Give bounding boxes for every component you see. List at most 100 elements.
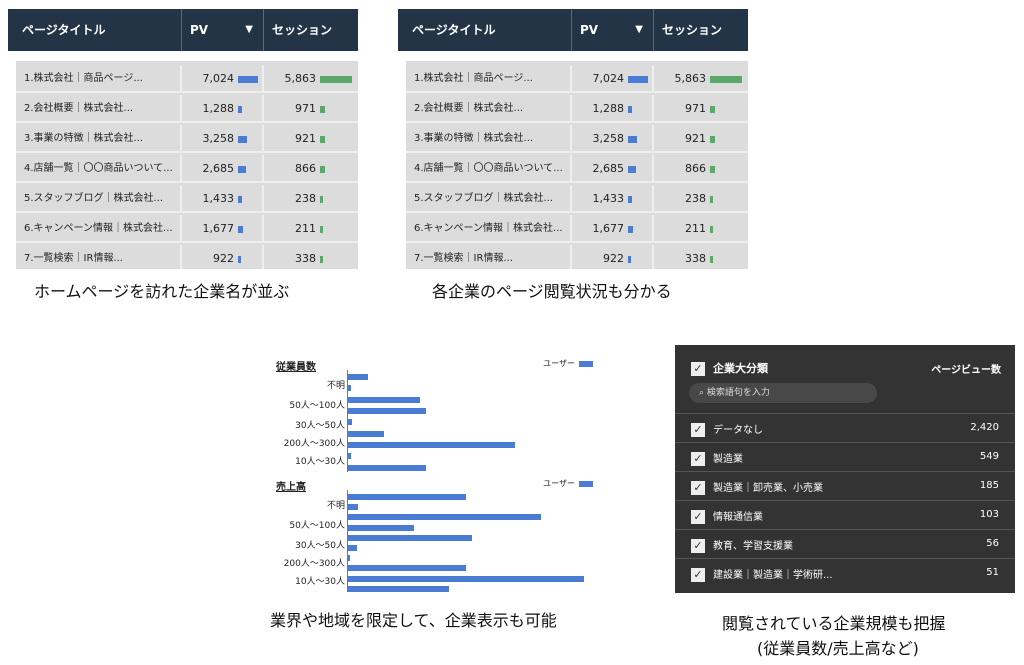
pv-bar xyxy=(628,105,632,113)
row-session: 971 xyxy=(654,95,748,123)
search-input[interactable]: ⌕ 検索語句を入力 xyxy=(689,383,877,403)
row-page-title[interactable]: 3.事業の特徴｜株式会社... xyxy=(406,125,572,153)
row-session: 211 xyxy=(654,215,748,243)
column-pv[interactable]: PV ▼ xyxy=(182,9,264,51)
bar xyxy=(348,545,357,551)
session-bar xyxy=(320,75,352,83)
pageview-header: ページビュー数 xyxy=(931,365,1001,376)
row-page-title[interactable]: 4.店舗一覧｜〇〇商品いついて... xyxy=(16,155,182,183)
table-row[interactable]: 5.スタッフブログ｜株式会社... 1,433 238 xyxy=(16,185,358,213)
bar xyxy=(348,494,466,500)
row-page-title[interactable]: 3.事業の特徴｜株式会社... xyxy=(16,125,182,153)
row-pv: 1,677 xyxy=(572,215,654,243)
table-row[interactable]: 1.株式会社｜商品ページ... 7,024 5,863 xyxy=(406,65,748,93)
session-value: 211 xyxy=(295,222,316,235)
row-page-title[interactable]: 7.一覧検索｜IR情報... xyxy=(406,245,572,269)
category-pageviews: 185 xyxy=(979,480,999,491)
table-row[interactable]: 6.キャンペーン情報｜株式会社... 1,677 211 xyxy=(16,215,358,243)
row-page-title[interactable]: 1.株式会社｜商品ページ... xyxy=(16,65,182,93)
row-session: 866 xyxy=(654,155,748,183)
column-pv[interactable]: PV ▼ xyxy=(572,9,654,51)
table-row[interactable]: 2.会社概要｜株式会社... 1,288 971 xyxy=(406,95,748,123)
row-session: 238 xyxy=(264,185,358,213)
session-bar xyxy=(710,165,715,173)
checkbox-checked-icon[interactable]: ✓ xyxy=(691,510,705,524)
session-bar xyxy=(710,135,715,143)
pv-bar xyxy=(628,195,632,203)
caption-right: 各企業のページ閲覧状況も分かる xyxy=(432,282,672,301)
bar xyxy=(348,585,449,592)
checkbox-checked-icon[interactable]: ✓ xyxy=(691,539,705,553)
chart-legend: ユーザー xyxy=(543,478,593,489)
table-header: ページタイトル PV ▼ セッション xyxy=(8,9,358,51)
table-row[interactable]: 6.キャンペーン情報｜株式会社... 1,677 211 xyxy=(406,215,748,243)
caption-chart: 業界や地域を限定して、企業表示も可能 xyxy=(270,611,557,630)
bar xyxy=(348,464,426,471)
row-page-title[interactable]: 6.キャンペーン情報｜株式会社... xyxy=(406,215,572,243)
category-row[interactable]: ✓ データなし 2,420 xyxy=(675,413,1015,441)
session-value: 921 xyxy=(685,132,706,145)
session-bar xyxy=(320,195,323,203)
bar xyxy=(348,453,351,460)
table-row[interactable]: 5.スタッフブログ｜株式会社... 1,433 238 xyxy=(406,185,748,213)
legend-swatch xyxy=(579,480,593,487)
row-page-title[interactable]: 6.キャンペーン情報｜株式会社... xyxy=(16,215,182,243)
bar xyxy=(348,430,384,437)
row-page-title[interactable]: 4.店舗一覧｜〇〇商品いついて... xyxy=(406,155,572,183)
sort-down-icon[interactable]: ▼ xyxy=(245,9,253,51)
search-placeholder: 検索語句を入力 xyxy=(706,388,770,398)
row-session: 971 xyxy=(264,95,358,123)
category-name: データなし xyxy=(713,425,763,436)
sort-down-icon[interactable]: ▼ xyxy=(635,9,643,51)
panel-title[interactable]: ✓ 企業大分類 xyxy=(691,360,768,376)
row-page-title[interactable]: 7.一覧検索｜IR情報... xyxy=(16,245,182,269)
category-row[interactable]: ✓ 教育、学習支援業 56 xyxy=(675,529,1015,557)
column-session[interactable]: セッション xyxy=(264,9,358,51)
table-row[interactable]: 7.一覧検索｜IR情報... 922 338 xyxy=(16,245,358,269)
pv-value: 1,677 xyxy=(202,222,235,235)
table-row[interactable]: 3.事業の特徴｜株式会社... 3,258 921 xyxy=(16,125,358,153)
session-bar xyxy=(710,225,713,233)
row-page-title[interactable]: 5.スタッフブログ｜株式会社... xyxy=(406,185,572,213)
category-pageviews: 51 xyxy=(986,567,999,578)
checkbox-checked-icon[interactable]: ✓ xyxy=(691,481,705,495)
category-row[interactable]: ✓ 建設業｜製造業｜学術研... 51 xyxy=(675,558,1015,586)
table-row[interactable]: 7.一覧検索｜IR情報... 922 338 xyxy=(406,245,748,269)
row-session: 866 xyxy=(264,155,358,183)
session-value: 238 xyxy=(295,192,316,205)
table-row[interactable]: 1.株式会社｜商品ページ... 7,024 5,863 xyxy=(16,65,358,93)
y-tick-label: 10人〜30人 xyxy=(295,577,345,587)
checkbox-checked-icon[interactable]: ✓ xyxy=(691,568,705,582)
row-page-title[interactable]: 2.会社概要｜株式会社... xyxy=(16,95,182,123)
category-row[interactable]: ✓ 製造業 549 xyxy=(675,442,1015,470)
table-row[interactable]: 3.事業の特徴｜株式会社... 3,258 921 xyxy=(406,125,748,153)
category-row[interactable]: ✓ 製造業｜卸売業、小売業 185 xyxy=(675,471,1015,499)
row-session: 5,863 xyxy=(654,65,748,93)
session-bar xyxy=(320,225,323,233)
revenue-chart: 売上高 ユーザー 不明 50人〜100人 30人〜50人 200人〜300人 10人〜3… xyxy=(262,478,597,598)
column-page-title[interactable]: ページタイトル xyxy=(8,9,182,51)
category-label: ✓ 建設業｜製造業｜学術研... xyxy=(691,566,833,582)
chart-title: 従業員数 xyxy=(276,362,316,373)
column-session[interactable]: セッション xyxy=(654,9,748,51)
pv-bar xyxy=(238,105,242,113)
checkbox-checked-icon[interactable]: ✓ xyxy=(691,423,705,437)
pv-bar xyxy=(628,135,637,143)
checkbox-checked-icon[interactable]: ✓ xyxy=(691,362,705,376)
row-pv: 1,433 xyxy=(572,185,654,213)
category-label: ✓ 製造業 xyxy=(691,450,743,466)
session-value: 866 xyxy=(685,162,706,175)
table-row[interactable]: 4.店舗一覧｜〇〇商品いついて... 2,685 866 xyxy=(16,155,358,183)
column-page-title[interactable]: ページタイトル xyxy=(398,9,572,51)
row-pv: 1,288 xyxy=(572,95,654,123)
session-value: 971 xyxy=(685,102,706,115)
pv-bar xyxy=(238,225,243,233)
row-page-title[interactable]: 5.スタッフブログ｜株式会社... xyxy=(16,185,182,213)
row-page-title[interactable]: 1.株式会社｜商品ページ... xyxy=(406,65,572,93)
table-row[interactable]: 4.店舗一覧｜〇〇商品いついて... 2,685 866 xyxy=(406,155,748,183)
checkbox-checked-icon[interactable]: ✓ xyxy=(691,452,705,466)
row-page-title[interactable]: 2.会社概要｜株式会社... xyxy=(406,95,572,123)
category-row[interactable]: ✓ 情報通信業 103 xyxy=(675,500,1015,528)
pv-value: 2,685 xyxy=(202,162,235,175)
table-row[interactable]: 2.会社概要｜株式会社... 1,288 971 xyxy=(16,95,358,123)
